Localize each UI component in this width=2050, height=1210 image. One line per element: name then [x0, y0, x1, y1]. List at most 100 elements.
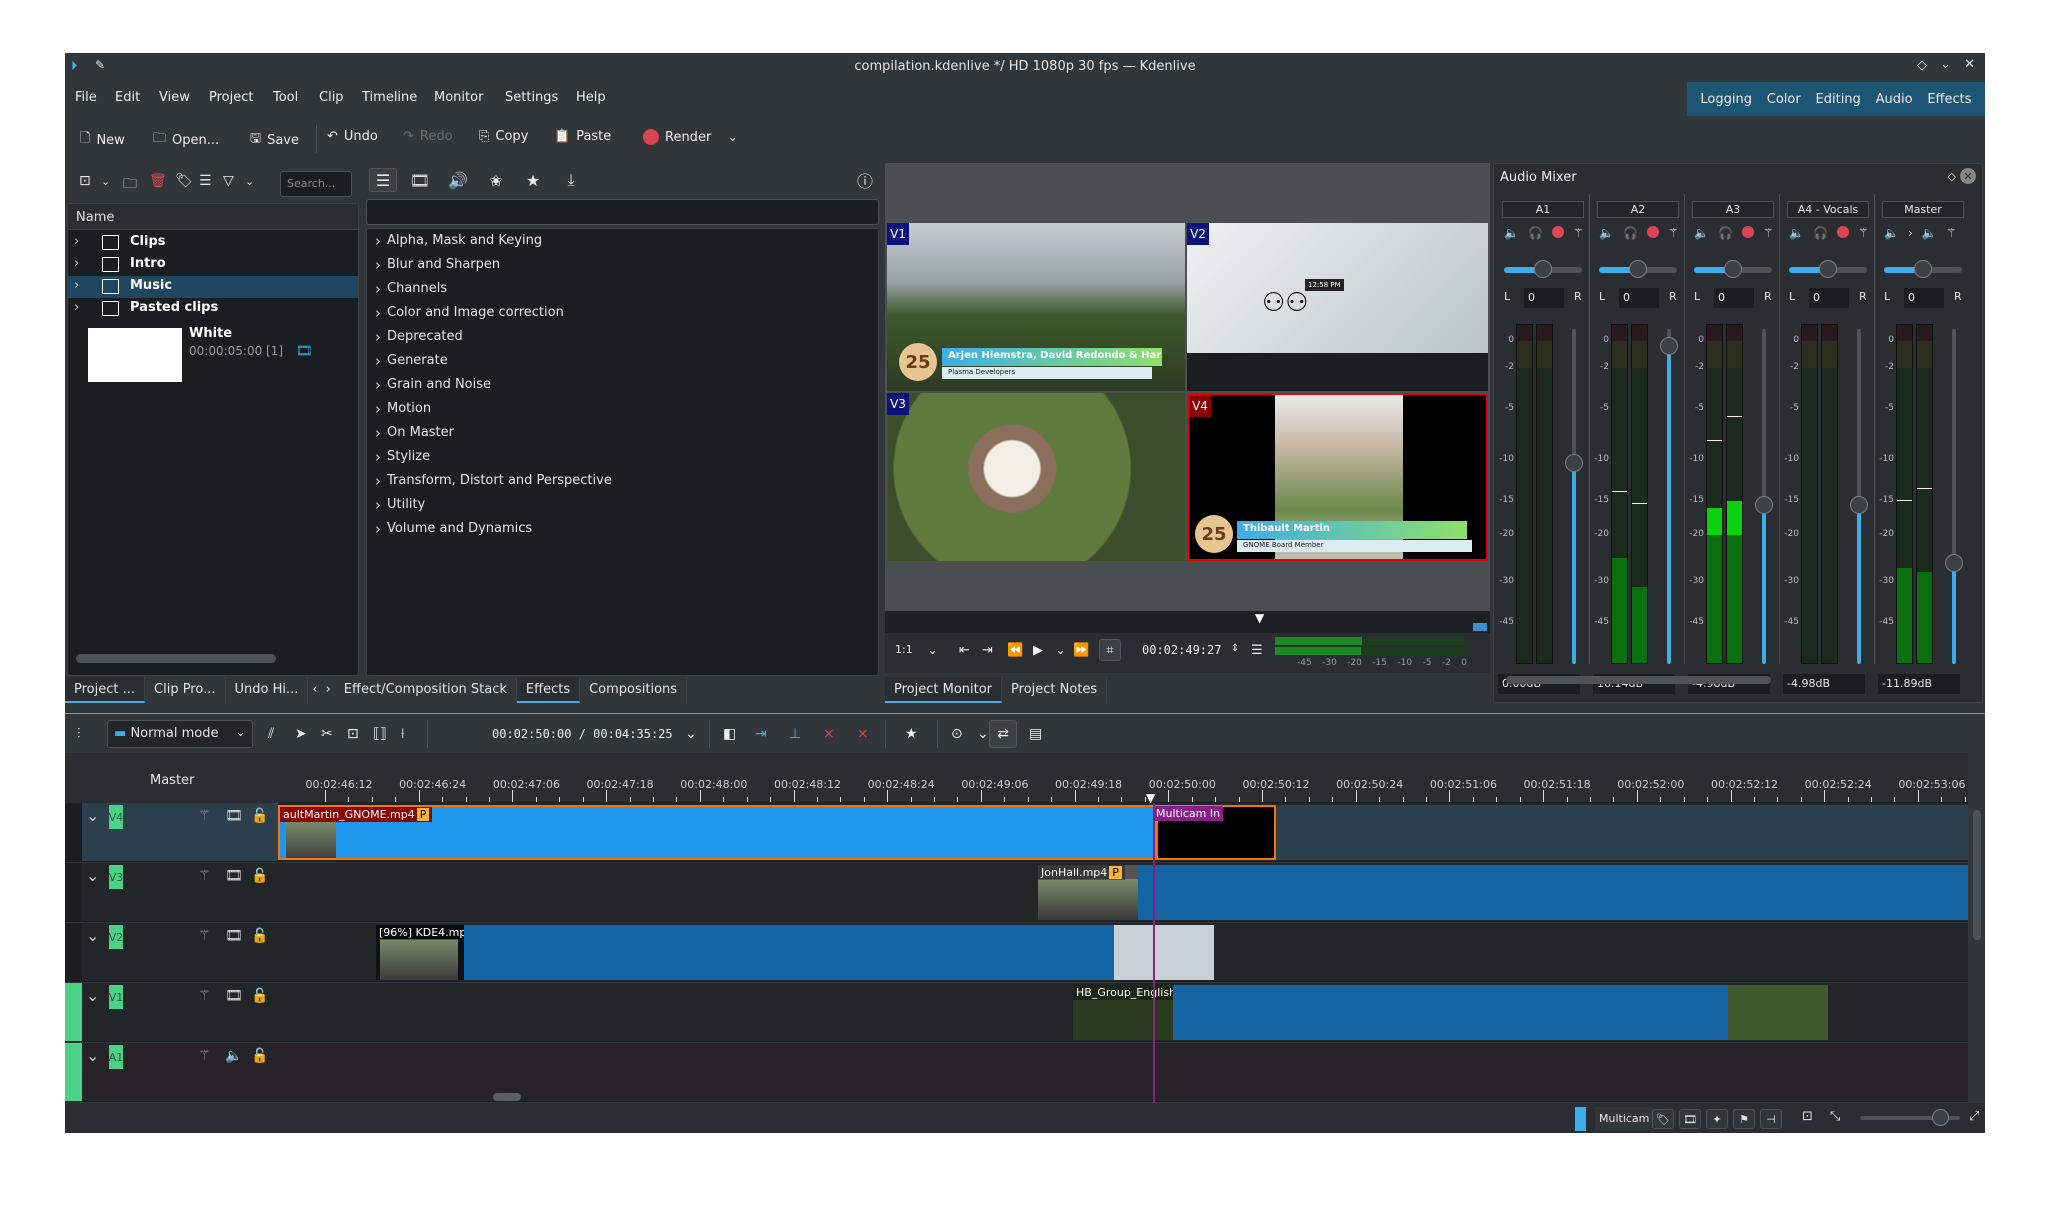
close-icon[interactable]: ✕ [1964, 57, 1975, 72]
volume-fader[interactable] [1565, 329, 1583, 664]
track-name[interactable]: V4 [109, 805, 123, 829]
tab-scroll-left[interactable]: ‹ [308, 677, 321, 703]
tab-effects[interactable]: Effects [516, 677, 581, 703]
video-icon[interactable]: 🎞 [225, 928, 243, 944]
chevron-down-icon[interactable]: ⌄ [1055, 643, 1066, 658]
favorite-effects-icon[interactable]: ★ [905, 726, 918, 742]
multicam-marker[interactable]: Multicam In [1153, 806, 1224, 821]
effects-wand-icon[interactable]: ⚚ [1858, 226, 1869, 240]
subtitle-icon[interactable]: ▤ [1029, 726, 1042, 742]
gain-value-input[interactable]: -11.89dB [1878, 674, 1960, 694]
effect-category[interactable]: Deprecated [367, 328, 463, 351]
menu-edit[interactable]: Edit [115, 90, 140, 105]
collapse-icon[interactable]: ⌄ [86, 986, 99, 1005]
mute-icon[interactable]: 🔈 [1599, 226, 1614, 240]
menu-icon[interactable]: ☰ [1251, 643, 1263, 658]
timeline-track[interactable]: JonHall.mp4 P [278, 863, 1968, 922]
track-target-indicator[interactable] [65, 863, 82, 921]
volume-fader[interactable] [1945, 329, 1963, 664]
split-view-icon[interactable]: ◧ [723, 726, 736, 742]
fit-zoom-icon[interactable]: ⊡ [1802, 1109, 1813, 1124]
lock-icon[interactable]: 🔓 [251, 808, 268, 824]
timeline-track[interactable]: [96%] KDE4.mp4P [278, 923, 1968, 982]
collapse-icon[interactable]: ⌄ [86, 926, 99, 945]
info-icon[interactable]: ⓘ [851, 168, 879, 192]
effects-wand-icon[interactable]: ⚚ [1763, 226, 1774, 240]
layout-color[interactable]: Color [1767, 92, 1801, 107]
effect-category[interactable]: Utility [367, 496, 425, 519]
pan-knob[interactable] [1914, 260, 1932, 278]
track-name[interactable]: A1 [109, 1045, 123, 1069]
pan-knob[interactable] [1724, 260, 1742, 278]
set-in-point-icon[interactable]: ⇤ [959, 643, 970, 658]
effects-wand-icon[interactable]: ⚚ [198, 988, 211, 1004]
playhead[interactable] [1153, 803, 1155, 1104]
timeline-clip[interactable] [1728, 985, 1828, 1040]
track-target-indicator[interactable] [65, 923, 82, 981]
volume-fader[interactable] [1850, 329, 1868, 664]
add-folder-icon[interactable]: 🗀 [123, 173, 137, 197]
tab-project-monitor[interactable]: Project Monitor [885, 677, 1003, 703]
zoom-out-icon[interactable]: ⤡ [1830, 1109, 1840, 1124]
snap-icon[interactable]: ⊣ [1760, 1109, 1782, 1129]
minimize-icon[interactable]: ⌄ [1940, 57, 1951, 72]
bin-scrollbar[interactable] [76, 654, 276, 663]
chevron-down-icon[interactable]: ⌄ [685, 726, 697, 742]
track-target-indicator[interactable] [65, 803, 82, 861]
menu-tool[interactable]: Tool [273, 90, 298, 105]
effects-wand-icon[interactable]: ⚚ [1946, 226, 1957, 240]
mute-icon[interactable]: 🔈 [1694, 226, 1709, 240]
effect-category[interactable]: Blur and Sharpen [367, 256, 500, 279]
bin-search-input[interactable]: Search... [280, 171, 352, 197]
volume-fader[interactable] [1660, 329, 1678, 664]
collapse-icon[interactable]: ⌄ [86, 866, 99, 885]
bin-column-name[interactable]: Name [68, 204, 358, 230]
collapse-icon[interactable]: ⌄ [86, 1046, 99, 1065]
mixer-toggle-icon[interactable]: ⇄ [989, 720, 1017, 748]
menu-monitor[interactable]: Monitor [434, 90, 483, 105]
solo-headphones-icon[interactable]: 🎧 [1813, 226, 1828, 240]
timeline-track[interactable] [278, 1043, 1968, 1102]
spin-arrows-icon[interactable]: ⇕ [1231, 643, 1239, 654]
paste-button[interactable]: 📋 Paste [554, 129, 611, 144]
razor-tool-icon[interactable]: ✂ [321, 726, 333, 742]
timeline-clip[interactable]: [96%] KDE4.mp4P [376, 925, 464, 980]
effects-wand-icon[interactable]: ⚚ [198, 1048, 211, 1064]
solo-headphones-icon[interactable]: 🎧 [1528, 226, 1543, 240]
tab-clip-properties[interactable]: Clip Pro... [145, 677, 226, 703]
pan-value-input[interactable]: 0 [1524, 288, 1564, 308]
roll-tool-icon[interactable]: ⟊ [401, 726, 405, 742]
tab-effect-stack[interactable]: Effect/Composition Stack [335, 677, 517, 703]
effect-category[interactable]: Transform, Distort and Perspective [367, 472, 612, 495]
audio-waveform-icon[interactable]: ✦ [1706, 1109, 1728, 1129]
track-name[interactable]: V1 [109, 985, 123, 1009]
pan-slider[interactable] [1599, 260, 1677, 278]
timeline-ruler[interactable]: 00:02:46:12 00:02:46:24 00:02:47:06 00:02:4… [278, 753, 1968, 803]
tag-icon[interactable]: 🏷 [175, 173, 193, 189]
marker-flag-icon[interactable]: ⚑ [1733, 1109, 1755, 1129]
tab-project-bin[interactable]: Project ... [65, 677, 146, 703]
track-header[interactable]: ⌄ V1 ⚚ 🎞 🔓 [65, 983, 278, 1042]
gain-value-input[interactable]: -4.98dB [1783, 674, 1865, 694]
audio-effects-icon[interactable]: 🔊 [444, 168, 472, 192]
expand-icon[interactable]: › [74, 300, 79, 315]
effects-wand-icon[interactable]: ⚚ [198, 868, 211, 884]
pan-slider[interactable] [1789, 260, 1867, 278]
keep-above-icon[interactable]: ◇ [1917, 58, 1927, 73]
fader-knob[interactable] [1945, 553, 1963, 572]
expand-icon[interactable]: › [74, 278, 79, 293]
effects-wand-icon[interactable]: ⚚ [1573, 226, 1584, 240]
forward-icon[interactable]: ⏩ [1073, 643, 1089, 658]
chevron-down-icon[interactable]: ⌄ [727, 130, 738, 145]
track-name[interactable]: V3 [109, 865, 123, 889]
pan-slider[interactable] [1884, 260, 1962, 278]
effect-category[interactable]: Grain and Noise [367, 376, 491, 399]
fader-knob[interactable] [1755, 495, 1773, 514]
timeline-vertical-scrollbar[interactable] [1973, 810, 1981, 940]
redo-button[interactable]: ↷ Redo [403, 129, 453, 144]
monitor-cell-v2[interactable]: V2 ⚇⚇ 12:58 PM [1187, 223, 1488, 391]
expand-icon[interactable]: › [74, 256, 79, 271]
effect-category[interactable]: On Master [367, 424, 454, 447]
timeline-clip[interactable] [1114, 925, 1214, 980]
zoom-select[interactable]: 1:1 [895, 643, 913, 656]
